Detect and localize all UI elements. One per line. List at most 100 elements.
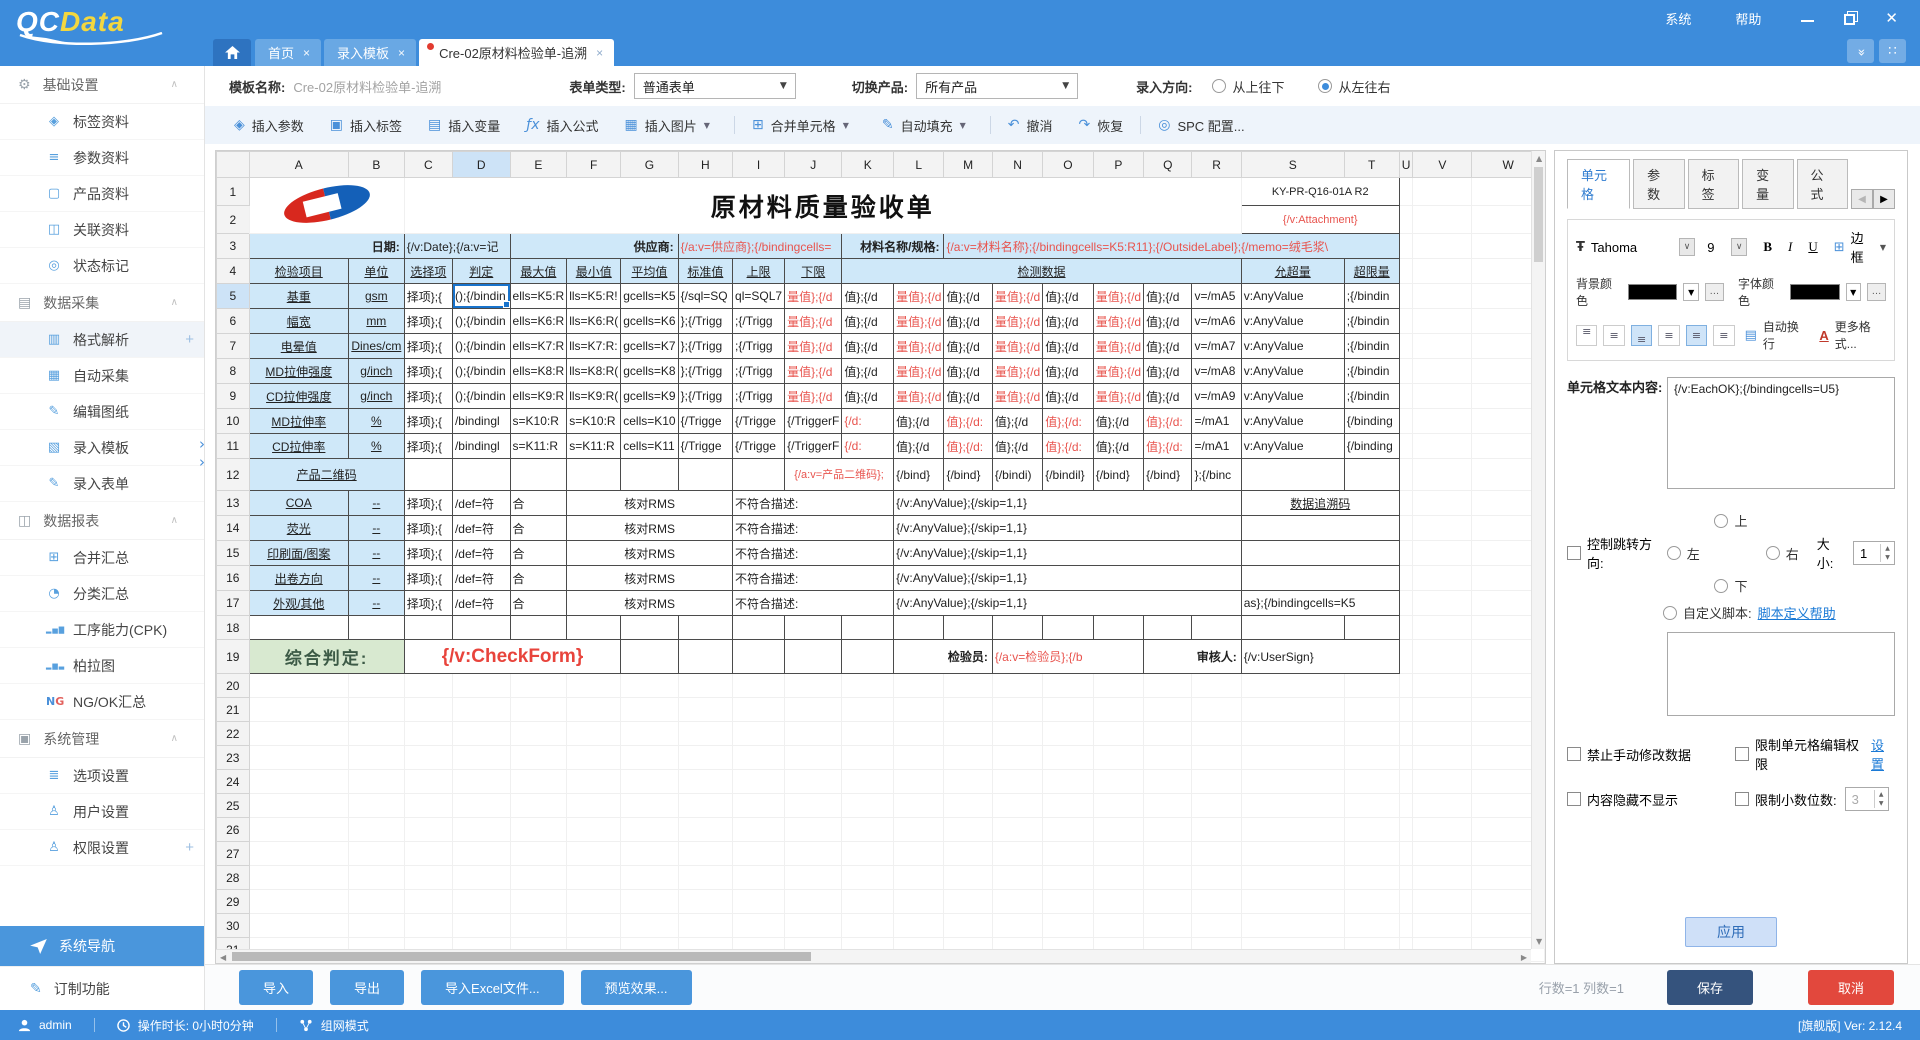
sheet-cell-S11[interactable]: v:AnyValue (1241, 434, 1344, 459)
panel-tab-变量[interactable]: 变量 (1742, 159, 1793, 209)
align-right-button[interactable]: ≡ (1713, 325, 1734, 346)
sidebar-item-编辑图纸[interactable]: ✎编辑图纸 (0, 394, 204, 430)
sheet-cell-K29[interactable] (842, 890, 894, 914)
sheet-cell-K28[interactable] (842, 866, 894, 890)
tab-首页[interactable]: 首页× (255, 39, 321, 66)
sheet-cell-J20[interactable] (785, 674, 842, 698)
sheet-cell-U14[interactable] (1399, 516, 1413, 541)
sheet-cell-N29[interactable] (992, 890, 1042, 914)
sheet-cell-I27[interactable] (733, 842, 785, 866)
toolbar-button-插入图片[interactable]: ▦插入图片▼ (612, 106, 730, 144)
sheet-cell-R29[interactable] (1192, 890, 1241, 914)
sheet-cell-H18[interactable] (678, 616, 732, 640)
sheet-cell-I13[interactable]: 不符合描述: (733, 491, 894, 516)
sheet-cell-F9[interactable]: lls=K9:R( (567, 384, 621, 409)
sheet-cell-A20[interactable] (249, 674, 348, 698)
sheet-cell-L28[interactable] (894, 866, 944, 890)
sheet-cell-G10[interactable]: cells=K10 (621, 409, 678, 434)
sheet-cell-R6[interactable]: v=/mA6 (1192, 309, 1241, 334)
sheet-cell-Q11[interactable]: 值};{/d: (1144, 434, 1192, 459)
restore-icon[interactable] (1844, 14, 1855, 25)
sheet-cell-O7[interactable]: 值};{/d (1043, 334, 1094, 359)
sheet-cell-F16[interactable]: 核对RMS (567, 566, 733, 591)
sheet-cell-H25[interactable] (678, 794, 732, 818)
chevron-up-icon[interactable]: ∧ (171, 515, 178, 526)
sheet-cell-Q6[interactable]: 值};{/d (1144, 309, 1192, 334)
row-header-22[interactable]: 22 (217, 722, 250, 746)
sheet-cell-H28[interactable] (678, 866, 732, 890)
collapse-toolbar-button[interactable]: » (1847, 39, 1874, 63)
sheet-cell-P12[interactable]: {/bind} (1093, 459, 1143, 491)
save-button[interactable]: 保存 (1667, 970, 1753, 1005)
sheet-cell-T29[interactable] (1344, 890, 1399, 914)
sheet-cell-Q22[interactable] (1144, 722, 1192, 746)
sheet-cell-V3[interactable] (1413, 234, 1472, 259)
sheet-cell-L9[interactable]: 量值};{/d (894, 384, 944, 409)
row-header-7[interactable]: 7 (217, 334, 250, 359)
sheet-cell-R10[interactable]: =/mA1 (1192, 409, 1241, 434)
sheet-cell-H27[interactable] (678, 842, 732, 866)
sheet-cell-G23[interactable] (621, 746, 678, 770)
sheet-cell-L16[interactable]: {/v:AnyValue};{/skip=1,1} (894, 566, 1242, 591)
sheet-cell-U8[interactable] (1399, 359, 1413, 384)
sheet-cell-H29[interactable] (678, 890, 732, 914)
sheet-cell-E20[interactable] (510, 674, 567, 698)
sheet-cell-A29[interactable] (249, 890, 348, 914)
sheet-cell-D15[interactable]: /def=符 (452, 541, 510, 566)
sheet-cell-V10[interactable] (1413, 409, 1472, 434)
sidebar-section-基础设置[interactable]: ⚙基础设置∧ (0, 66, 204, 104)
sheet-cell-P9[interactable]: 量值};{/d (1093, 384, 1143, 409)
sheet-cell-O29[interactable] (1043, 890, 1094, 914)
sheet-cell-Q19[interactable]: 审核人: (1144, 640, 1242, 674)
sheet-cell-H11[interactable]: {/Trigge (678, 434, 732, 459)
sheet-cell-D24[interactable] (452, 770, 510, 794)
sheet-cell-U3[interactable] (1399, 234, 1413, 259)
vertical-scrollbar-thumb[interactable] (1534, 167, 1543, 262)
sheet-cell-J11[interactable]: {/TriggerF (785, 434, 842, 459)
sheet-cell-C25[interactable] (404, 794, 452, 818)
chevron-up-icon[interactable]: ∧ (171, 733, 178, 744)
sheet-cell-U1[interactable] (1399, 178, 1413, 206)
chevron-up-icon[interactable]: ∧ (171, 297, 178, 308)
close-icon[interactable]: ✕ (1885, 11, 1898, 26)
sheet-cell-C20[interactable] (404, 674, 452, 698)
sheet-cell-G5[interactable]: gcells=K5 (621, 284, 678, 309)
sheet-cell-M18[interactable] (944, 616, 992, 640)
sheet-cell-B10[interactable]: % (348, 409, 404, 434)
sheet-cell-O5[interactable]: 值};{/d (1043, 284, 1094, 309)
column-header-V[interactable]: V (1413, 152, 1472, 178)
sheet-cell-I11[interactable]: {/Trigge (733, 434, 785, 459)
sheet-cell-E9[interactable]: ells=K9:R (510, 384, 567, 409)
sheet-cell-O27[interactable] (1043, 842, 1094, 866)
sheet-cell-V17[interactable] (1413, 591, 1472, 616)
sheet-cell-C3[interactable]: {/v:Date};{/a:v=记 (404, 234, 510, 259)
home-tab[interactable] (213, 39, 251, 66)
row-header-3[interactable]: 3 (217, 234, 250, 259)
sheet-cell-P27[interactable] (1093, 842, 1143, 866)
sheet-cell-N11[interactable]: 值};{/d (992, 434, 1042, 459)
sheet-cell-K27[interactable] (842, 842, 894, 866)
sheet-cell-U20[interactable] (1399, 674, 1413, 698)
sidebar-item-格式解析[interactable]: ▥格式解析+ (0, 322, 204, 358)
sheet-cell-O23[interactable] (1043, 746, 1094, 770)
sheet-cell-A11[interactable]: CD拉伸率 (249, 434, 348, 459)
column-header-R[interactable]: R (1192, 152, 1241, 178)
sheet-cell-H8[interactable]: };{/Trigg (678, 359, 732, 384)
sheet-cell-D13[interactable]: /def=符 (452, 491, 510, 516)
row-header-13[interactable]: 13 (217, 491, 250, 516)
sheet-cell-T21[interactable] (1344, 698, 1399, 722)
sheet-cell-Q5[interactable]: 值};{/d (1144, 284, 1192, 309)
row-header-12[interactable]: 12 (217, 459, 250, 491)
sheet-cell-J24[interactable] (785, 770, 842, 794)
sheet-cell-M29[interactable] (944, 890, 992, 914)
align-middle-button[interactable]: ≡ (1603, 325, 1624, 346)
sheet-cell-F6[interactable]: lls=K6:R( (567, 309, 621, 334)
sheet-cell-L24[interactable] (894, 770, 944, 794)
panel-tab-公式[interactable]: 公式 (1797, 159, 1848, 209)
sheet-cell-P28[interactable] (1093, 866, 1143, 890)
sheet-cell-T18[interactable] (1344, 616, 1399, 640)
sheet-cell-K18[interactable] (842, 616, 894, 640)
sheet-cell-G7[interactable]: gcells=K7 (621, 334, 678, 359)
more-format-button[interactable]: 更多格式... (1835, 318, 1886, 352)
sheet-cell-R27[interactable] (1192, 842, 1241, 866)
